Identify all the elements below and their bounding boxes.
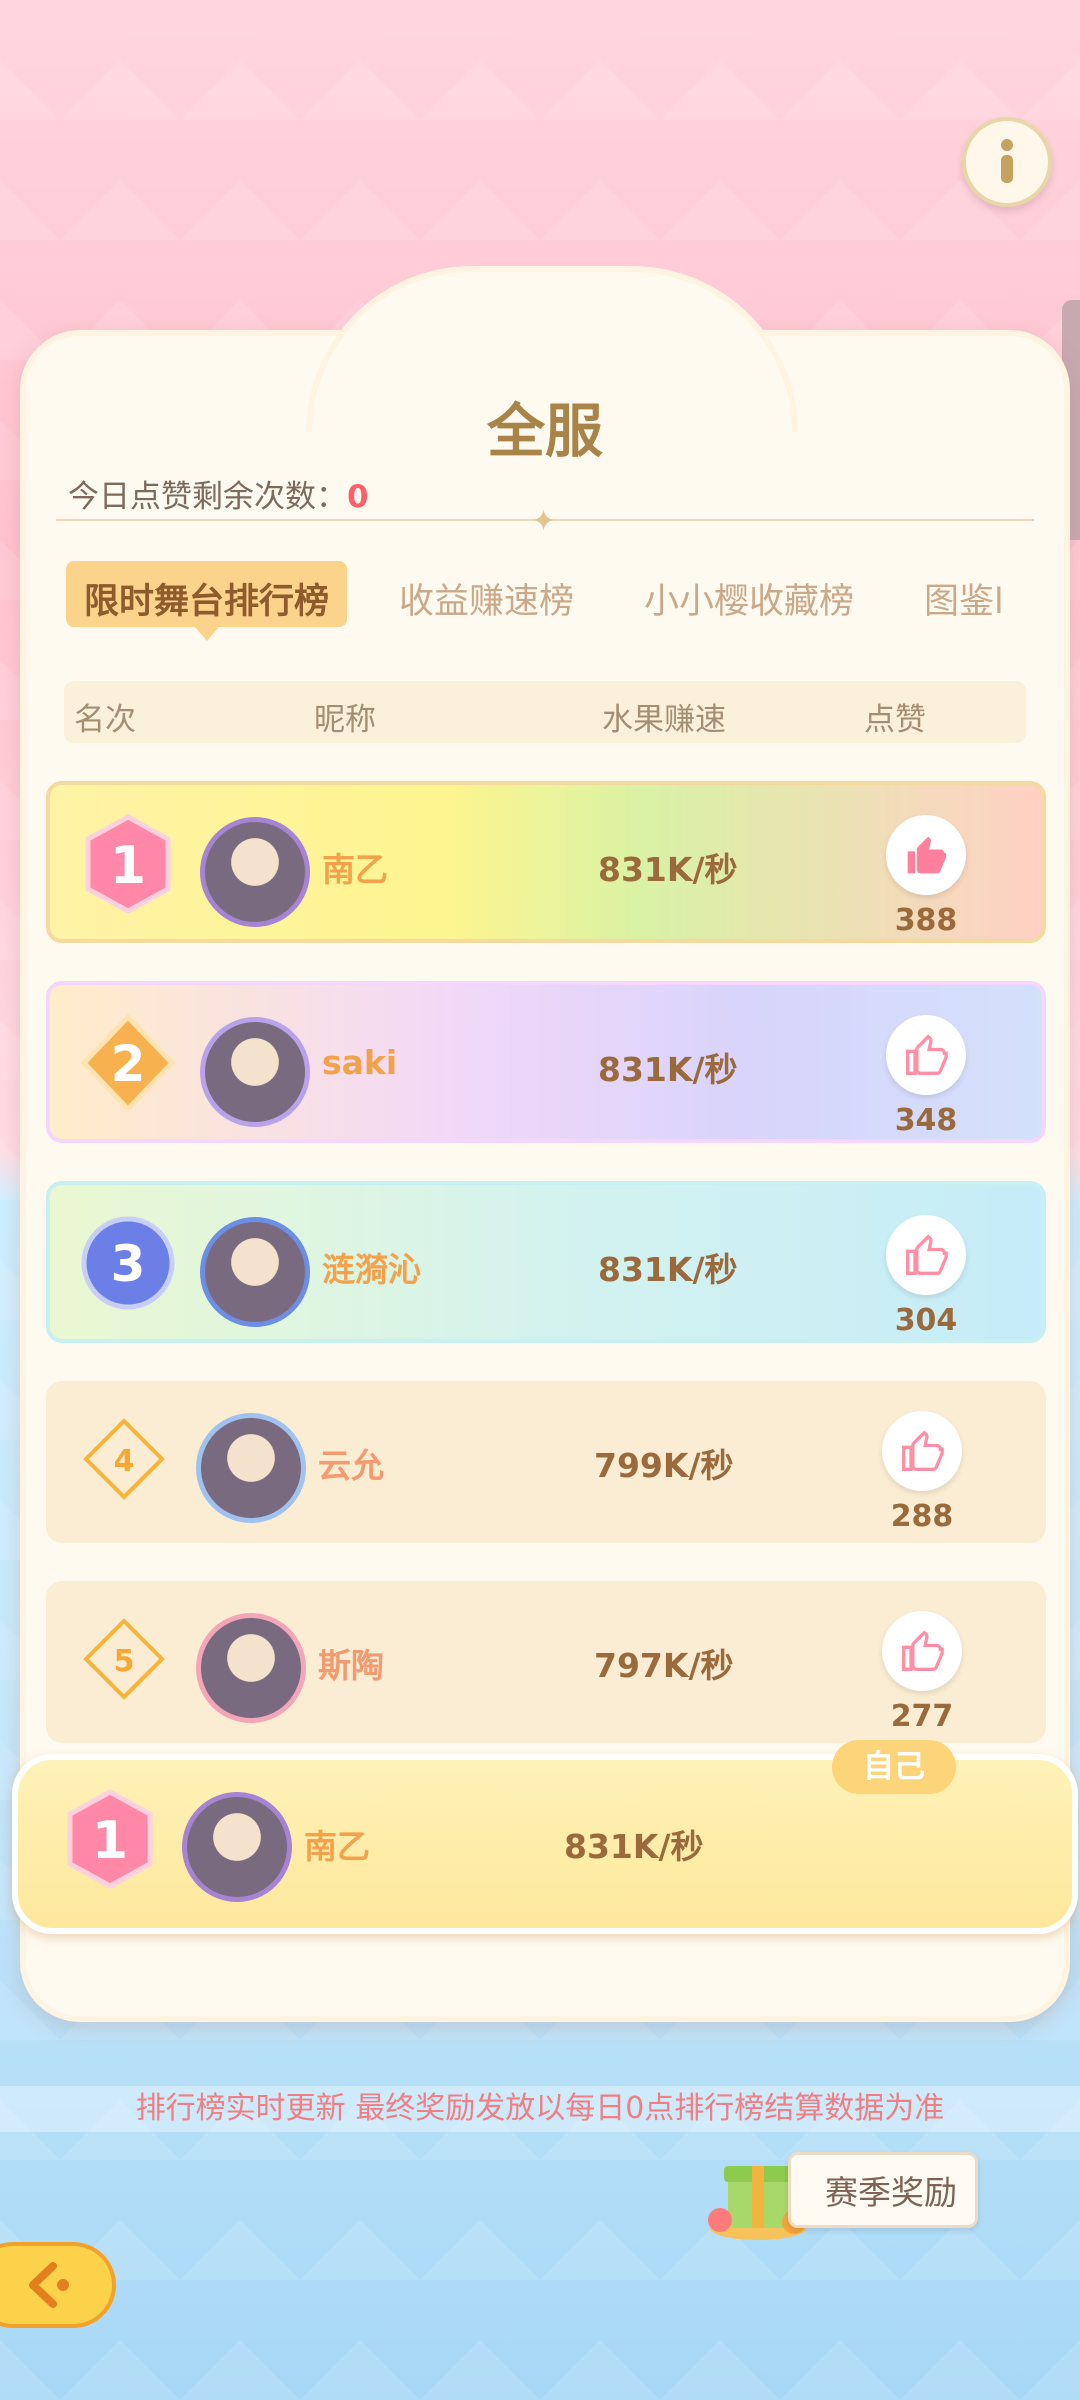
rank-number: 5: [114, 1644, 135, 1679]
thumbs-up-icon: [907, 836, 947, 874]
season-reward-button[interactable]: 赛季奖励: [788, 2152, 978, 2228]
fruit-speed: 797K/秒: [594, 1646, 734, 1685]
thumbs-up-outline-icon: [902, 1430, 944, 1471]
like-button[interactable]: [882, 1411, 962, 1491]
like-button[interactable]: [882, 1611, 962, 1691]
like-button[interactable]: [886, 815, 966, 895]
rank-badge-icon: 1: [67, 1789, 153, 1889]
avatar[interactable]: [196, 1613, 306, 1723]
likes-remaining-value: 0: [347, 479, 369, 515]
rank-number: 2: [111, 1035, 146, 1093]
tab-income-speed[interactable]: 收益赚速榜: [381, 561, 592, 627]
back-arrow-icon: [29, 2262, 69, 2308]
self-row: 自己 1 南乙 831K/秒: [12, 1740, 1078, 1934]
rank-badge-icon: 4: [83, 1418, 165, 1500]
rank-number: 1: [110, 836, 146, 896]
thumbs-up-outline-icon: [906, 1034, 948, 1075]
avatar[interactable]: [200, 817, 310, 927]
player-name[interactable]: 斯陶: [318, 1639, 384, 1687]
like-button[interactable]: [886, 1215, 966, 1295]
tab-bar: 限时舞台排行榜 收益赚速榜 小小樱收藏榜 图鉴l: [66, 561, 1056, 641]
rank-badge-icon: 1: [85, 814, 171, 914]
tab-sakura-collection[interactable]: 小小樱收藏榜: [626, 561, 872, 627]
likes-remaining-label: 今日点赞剩余次数：: [68, 479, 347, 515]
table-row: 1 南乙 831K/秒 388: [46, 781, 1046, 943]
info-icon: [1001, 139, 1013, 183]
notice-bar: 排行榜实时更新 最终奖励发放以每日0点排行榜结算数据为准: [0, 2086, 1080, 2132]
col-like: 点赞: [864, 702, 926, 738]
avatar[interactable]: [182, 1792, 292, 1902]
col-rank: 名次: [74, 702, 136, 738]
player-name[interactable]: saki: [322, 1043, 397, 1082]
fruit-speed: 799K/秒: [594, 1446, 734, 1485]
player-name[interactable]: 涟漪沁: [322, 1243, 421, 1291]
col-speed: 水果赚速: [602, 702, 726, 738]
thumbs-up-outline-icon: [902, 1630, 944, 1671]
leaderboard-panel: 全服 今日点赞剩余次数：0 ✦ 限时舞台排行榜 收益赚速榜 小小樱收藏榜 图鉴l…: [12, 266, 1078, 2022]
like-count: 288: [890, 1499, 954, 1534]
tab-codex[interactable]: 图鉴l: [906, 561, 1022, 627]
like-count: 277: [890, 1699, 954, 1734]
rank-number: 1: [92, 1811, 128, 1871]
tab-stage-ranking[interactable]: 限时舞台排行榜: [66, 561, 348, 641]
avatar[interactable]: [196, 1413, 306, 1523]
like-button[interactable]: [886, 1015, 966, 1095]
rank-number: 4: [114, 1444, 135, 1479]
back-button[interactable]: [0, 2242, 116, 2328]
fruit-speed: 831K/秒: [564, 1827, 704, 1866]
rank-badge-icon: 3: [81, 1216, 175, 1310]
player-name[interactable]: 云允: [318, 1439, 384, 1487]
like-count: 304: [894, 1303, 958, 1338]
likes-remaining: 今日点赞剩余次数：0: [68, 471, 369, 516]
table-header: 名次 昵称 水果赚速 点赞: [64, 681, 1026, 743]
table-row: 5 斯陶 797K/秒 277: [46, 1581, 1046, 1743]
fruit-speed: 831K/秒: [598, 1250, 738, 1289]
self-badge: 自己: [832, 1740, 956, 1794]
player-name[interactable]: 南乙: [304, 1820, 370, 1868]
like-count: 388: [894, 903, 958, 938]
fruit-speed: 831K/秒: [598, 1050, 738, 1089]
like-count: 348: [894, 1103, 958, 1138]
panel-title: 全服: [486, 397, 603, 465]
table-row: 3 涟漪沁 831K/秒 304: [46, 1181, 1046, 1343]
avatar[interactable]: [200, 1017, 310, 1127]
avatar[interactable]: [200, 1217, 310, 1327]
rank-badge-icon: 5: [83, 1618, 165, 1700]
star-icon: ✦: [531, 504, 557, 539]
info-button[interactable]: [962, 117, 1052, 207]
thumbs-up-outline-icon: [906, 1234, 948, 1275]
player-name[interactable]: 南乙: [322, 843, 388, 891]
table-row: 4 云允 799K/秒 288: [46, 1381, 1046, 1543]
rank-badge-icon: 2: [80, 1013, 176, 1113]
table-row: 2 saki 831K/秒 348: [46, 981, 1046, 1143]
col-nickname: 昵称: [314, 702, 376, 738]
fruit-speed: 831K/秒: [598, 850, 738, 889]
rank-number: 3: [111, 1235, 146, 1293]
